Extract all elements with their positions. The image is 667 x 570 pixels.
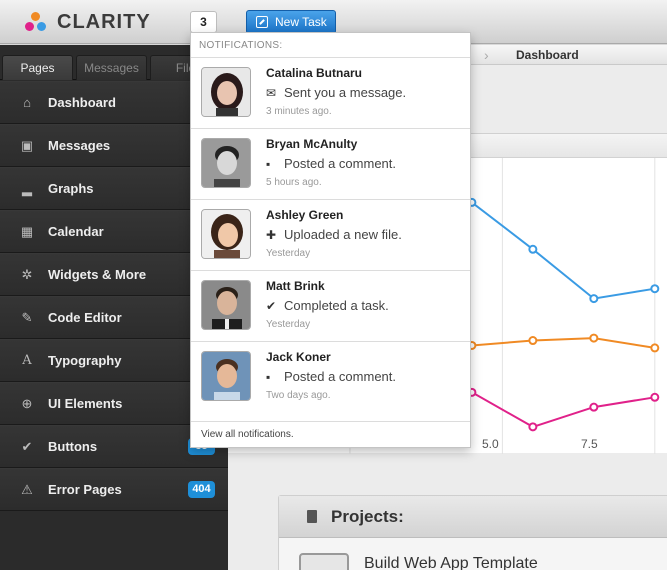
signal-icon: ▂ xyxy=(22,181,32,196)
check-icon: ✔ xyxy=(266,299,277,313)
new-task-button[interactable]: New Task xyxy=(246,10,336,34)
sidebar-item-label: Buttons xyxy=(48,439,98,454)
projects-panel: Projects: Build Web App Template xyxy=(278,495,667,570)
data-point[interactable] xyxy=(650,343,660,353)
notification-time: Yesterday xyxy=(266,319,311,330)
sidebar-item-label: Messages xyxy=(48,138,111,153)
warning-icon: ⚠ xyxy=(21,482,33,497)
notification-sender: Ashley Green xyxy=(266,208,344,222)
avatar xyxy=(201,280,251,330)
notification-item[interactable]: Ashley Green ✚ Uploaded a new file. Yeste… xyxy=(191,199,470,270)
notification-action: ✉ Sent you a message. xyxy=(266,85,407,100)
sidebar-item-label: UI Elements xyxy=(48,396,123,411)
edit-icon xyxy=(256,16,268,28)
data-point[interactable] xyxy=(528,336,538,346)
data-point[interactable] xyxy=(589,402,599,412)
avatar xyxy=(201,138,251,188)
clarity-logo-icon[interactable] xyxy=(25,12,47,34)
notification-time: 3 minutes ago. xyxy=(266,106,332,117)
sidebar-item-label: Code Editor xyxy=(48,310,122,325)
breadcrumb-separator: › xyxy=(484,47,489,63)
new-task-label: New Task xyxy=(275,15,327,29)
sidebar-item-label: Dashboard xyxy=(48,95,116,110)
book-icon xyxy=(307,510,317,523)
data-point[interactable] xyxy=(589,294,599,304)
plus-icon: ✚ xyxy=(266,228,277,242)
notification-item[interactable]: Jack Koner ▪ Posted a comment. Two days a… xyxy=(191,341,470,412)
avatar xyxy=(201,351,251,401)
notification-time: Yesterday xyxy=(266,248,311,259)
comment-icon: ▪ xyxy=(266,157,271,171)
inbox-icon: ▣ xyxy=(20,138,34,153)
notification-item[interactable]: Matt Brink ✔ Completed a task. Yesterday xyxy=(191,270,470,341)
notification-time: 5 hours ago. xyxy=(266,177,322,188)
x-tick-label: 5.0 xyxy=(482,437,499,451)
notifications-header: NOTIFICATIONS: xyxy=(199,40,283,51)
projects-title: Projects: xyxy=(331,507,404,526)
sidebar-item-label: Typography xyxy=(48,353,122,368)
comment-icon: ▪ xyxy=(266,370,271,384)
project-name[interactable]: Build Web App Template xyxy=(364,555,538,570)
data-point[interactable] xyxy=(650,392,660,402)
tab-pages[interactable]: Pages xyxy=(2,55,73,80)
pencil-icon xyxy=(299,553,349,570)
brand-name[interactable]: CLARITY xyxy=(57,11,151,34)
avatar xyxy=(201,67,251,117)
sidebar-item-label: Error Pages xyxy=(48,482,122,497)
envelope-icon: ✉ xyxy=(266,86,277,100)
sidebar-item-label: Calendar xyxy=(48,224,104,239)
data-point[interactable] xyxy=(528,422,538,432)
tab-messages[interactable]: Messages xyxy=(76,55,147,80)
edit-icon: ✎ xyxy=(21,310,33,325)
cog-icon: ✲ xyxy=(21,267,33,282)
data-point[interactable] xyxy=(589,333,599,343)
sidebar-item-label: Graphs xyxy=(48,181,94,196)
breadcrumb-current[interactable]: Dashboard xyxy=(516,48,579,62)
data-point[interactable] xyxy=(528,244,538,254)
home-icon: ⌂ xyxy=(23,95,31,110)
view-all-notifications-link[interactable]: View all notifications. xyxy=(191,421,470,447)
notification-action: ✚ Uploaded a new file. xyxy=(266,227,402,242)
x-tick-label: 7.5 xyxy=(581,437,598,451)
check-circle-icon: ✔ xyxy=(21,439,33,454)
avatar xyxy=(201,209,251,259)
sidebar-item-error-pages[interactable]: ⚠ Error Pages 404 xyxy=(0,468,228,511)
count-badge: 404 xyxy=(188,481,215,498)
notification-item[interactable]: Bryan McAnulty ▪ Posted a comment. 5 hour… xyxy=(191,128,470,199)
notification-action: ▪ Posted a comment. xyxy=(266,369,396,384)
notifications-dropdown: NOTIFICATIONS: Catalina Butnaru ✉ Sent yo… xyxy=(190,32,471,448)
notification-sender: Catalina Butnaru xyxy=(266,66,363,80)
plus-circle-icon: ⊕ xyxy=(21,396,33,411)
notification-action: ✔ Completed a task. xyxy=(266,298,389,313)
notification-action: ▪ Posted a comment. xyxy=(266,156,396,171)
projects-header: Projects: xyxy=(279,496,667,538)
notification-sender: Jack Koner xyxy=(266,350,331,364)
font-icon: A xyxy=(22,353,32,368)
notifications-toggle[interactable]: 3 xyxy=(190,11,217,33)
calendar-icon: ▦ xyxy=(20,224,34,239)
data-point[interactable] xyxy=(650,284,660,294)
notification-sender: Matt Brink xyxy=(266,279,325,293)
notification-sender: Bryan McAnulty xyxy=(266,137,358,151)
notification-item[interactable]: Catalina Butnaru ✉ Sent you a message. 3 … xyxy=(191,57,470,128)
notification-time: Two days ago. xyxy=(266,390,331,401)
sidebar-item-label: Widgets & More xyxy=(48,267,147,282)
